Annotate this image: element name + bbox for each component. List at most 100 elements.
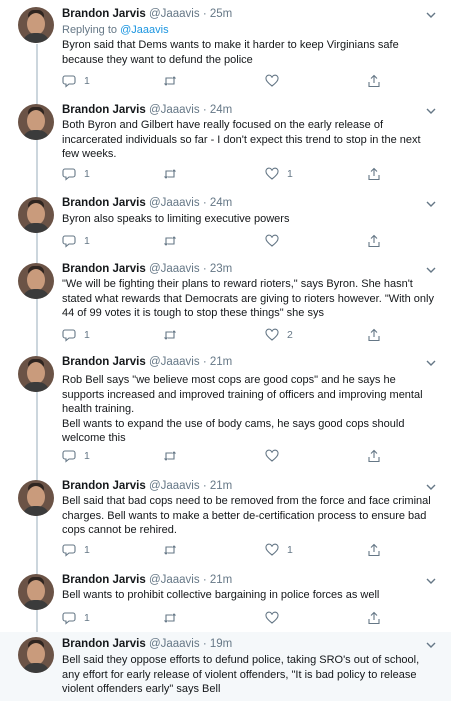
reply-button[interactable]: 1 <box>62 610 90 626</box>
reply-button[interactable]: 1 <box>62 542 90 558</box>
tweet-time[interactable]: · 21m <box>203 356 232 368</box>
like-button[interactable]: 1 <box>265 166 293 182</box>
reply-button[interactable]: 1 <box>62 73 90 89</box>
author-handle[interactable]: @Jaaavis <box>149 263 200 275</box>
share-button[interactable] <box>367 233 381 249</box>
chevron-down-icon[interactable] <box>425 575 437 587</box>
avatar[interactable] <box>18 637 54 673</box>
avatar[interactable] <box>18 480 54 516</box>
heart-icon <box>265 328 279 341</box>
like-button[interactable] <box>265 610 287 626</box>
reply-button[interactable]: 1 <box>62 327 90 343</box>
tweet-actions: 1 <box>62 73 392 89</box>
tweet[interactable]: Brandon Jarvis @Jaaavis · 21m Bell wants… <box>0 571 451 632</box>
reply-icon <box>62 329 76 342</box>
tweet[interactable]: Brandon Jarvis @Jaaavis · 25m Replying t… <box>0 0 451 98</box>
author-handle[interactable]: @Jaaavis <box>149 8 200 20</box>
retweet-button[interactable] <box>163 166 185 182</box>
author-handle[interactable]: @Jaaavis <box>149 480 200 492</box>
chevron-down-icon[interactable] <box>425 105 437 117</box>
tweet[interactable]: Brandon Jarvis @Jaaavis · 24m Byron also… <box>0 193 451 256</box>
reply-count: 1 <box>84 329 90 341</box>
like-button[interactable] <box>265 233 287 249</box>
share-button[interactable] <box>367 542 381 558</box>
tweet[interactable]: Brandon Jarvis @Jaaavis · 21m Bell said … <box>0 474 451 571</box>
replying-to: Replying to @Jaaavis <box>62 23 169 37</box>
like-button[interactable] <box>265 448 287 464</box>
avatar[interactable] <box>18 104 54 140</box>
share-button[interactable] <box>367 73 381 89</box>
tweet-time[interactable]: · 25m <box>203 8 232 20</box>
reply-count: 1 <box>84 612 90 624</box>
chevron-down-icon[interactable] <box>425 198 437 210</box>
tweet-text: Bell said that bad cops need to be remov… <box>62 495 431 536</box>
reply-icon <box>62 75 76 88</box>
heart-icon <box>265 449 279 462</box>
tweet-time[interactable]: · 19m <box>203 638 232 650</box>
tweet-time[interactable]: · 24m <box>203 104 232 116</box>
retweet-button[interactable] <box>163 448 185 464</box>
like-button[interactable]: 2 <box>265 327 293 343</box>
like-count: 1 <box>287 168 293 180</box>
tweet-text: Both Byron and Gilbert have really focus… <box>62 119 421 160</box>
replying-to-label: Replying to <box>62 24 118 36</box>
tweet-text: Byron said that Dems wants to make it ha… <box>62 39 399 66</box>
tweet-time[interactable]: · 24m <box>203 197 232 209</box>
author-handle[interactable]: @Jaaavis <box>149 197 200 209</box>
share-icon <box>368 234 380 248</box>
retweet-button[interactable] <box>163 233 185 249</box>
heart-icon <box>265 611 279 624</box>
author-handle[interactable]: @Jaaavis <box>149 638 200 650</box>
retweet-button[interactable] <box>163 73 185 89</box>
share-button[interactable] <box>367 166 381 182</box>
avatar[interactable] <box>18 7 54 43</box>
tweet-time[interactable]: · 21m <box>203 574 232 586</box>
author-name[interactable]: Brandon Jarvis <box>62 8 146 20</box>
heart-icon <box>265 167 279 180</box>
retweet-button[interactable] <box>163 327 185 343</box>
tweet[interactable]: Brandon Jarvis @Jaaavis · 23m "We will b… <box>0 256 451 350</box>
author-name[interactable]: Brandon Jarvis <box>62 480 146 492</box>
tweet[interactable]: Brandon Jarvis @Jaaavis · 21m Rob Bell s… <box>0 350 451 474</box>
author-name[interactable]: Brandon Jarvis <box>62 104 146 116</box>
author-name[interactable]: Brandon Jarvis <box>62 263 146 275</box>
retweet-button[interactable] <box>163 610 185 626</box>
tweet-text: Bell wants to prohibit collective bargai… <box>62 589 380 601</box>
author-name[interactable]: Brandon Jarvis <box>62 638 146 650</box>
author-handle[interactable]: @Jaaavis <box>149 356 200 368</box>
author-handle[interactable]: @Jaaavis <box>149 104 200 116</box>
reply-count: 1 <box>84 235 90 247</box>
author-name[interactable]: Brandon Jarvis <box>62 574 146 586</box>
like-button[interactable] <box>265 73 287 89</box>
reply-button[interactable]: 1 <box>62 448 90 464</box>
author-name[interactable]: Brandon Jarvis <box>62 197 146 209</box>
share-button[interactable] <box>367 448 381 464</box>
chevron-down-icon[interactable] <box>425 357 437 369</box>
like-button[interactable]: 1 <box>265 542 293 558</box>
avatar[interactable] <box>18 574 54 610</box>
author-name[interactable]: Brandon Jarvis <box>62 356 146 368</box>
tweet-focused[interactable]: Brandon Jarvis @Jaaavis · 19m Bell said … <box>0 632 451 701</box>
tweet-time[interactable]: · 23m <box>203 263 232 275</box>
share-button[interactable] <box>367 327 381 343</box>
retweet-icon <box>164 330 176 340</box>
chevron-down-icon[interactable] <box>425 264 437 276</box>
like-count: 2 <box>287 329 293 341</box>
retweet-icon <box>164 76 176 86</box>
share-button[interactable] <box>367 610 381 626</box>
avatar[interactable] <box>18 197 54 233</box>
reply-button[interactable]: 1 <box>62 233 90 249</box>
reply-mention-link[interactable]: @Jaaavis <box>120 24 168 36</box>
tweet-text: Byron also speaks to limiting executive … <box>62 213 290 225</box>
avatar[interactable] <box>18 263 54 299</box>
reply-button[interactable]: 1 <box>62 166 90 182</box>
tweet[interactable]: Brandon Jarvis @Jaaavis · 24m Both Byron… <box>0 98 451 193</box>
retweet-button[interactable] <box>163 542 185 558</box>
author-handle[interactable]: @Jaaavis <box>149 574 200 586</box>
share-icon <box>368 167 380 181</box>
chevron-down-icon[interactable] <box>425 9 437 21</box>
chevron-down-icon[interactable] <box>425 639 437 651</box>
avatar[interactable] <box>18 356 54 392</box>
tweet-time[interactable]: · 21m <box>203 480 232 492</box>
chevron-down-icon[interactable] <box>425 481 437 493</box>
